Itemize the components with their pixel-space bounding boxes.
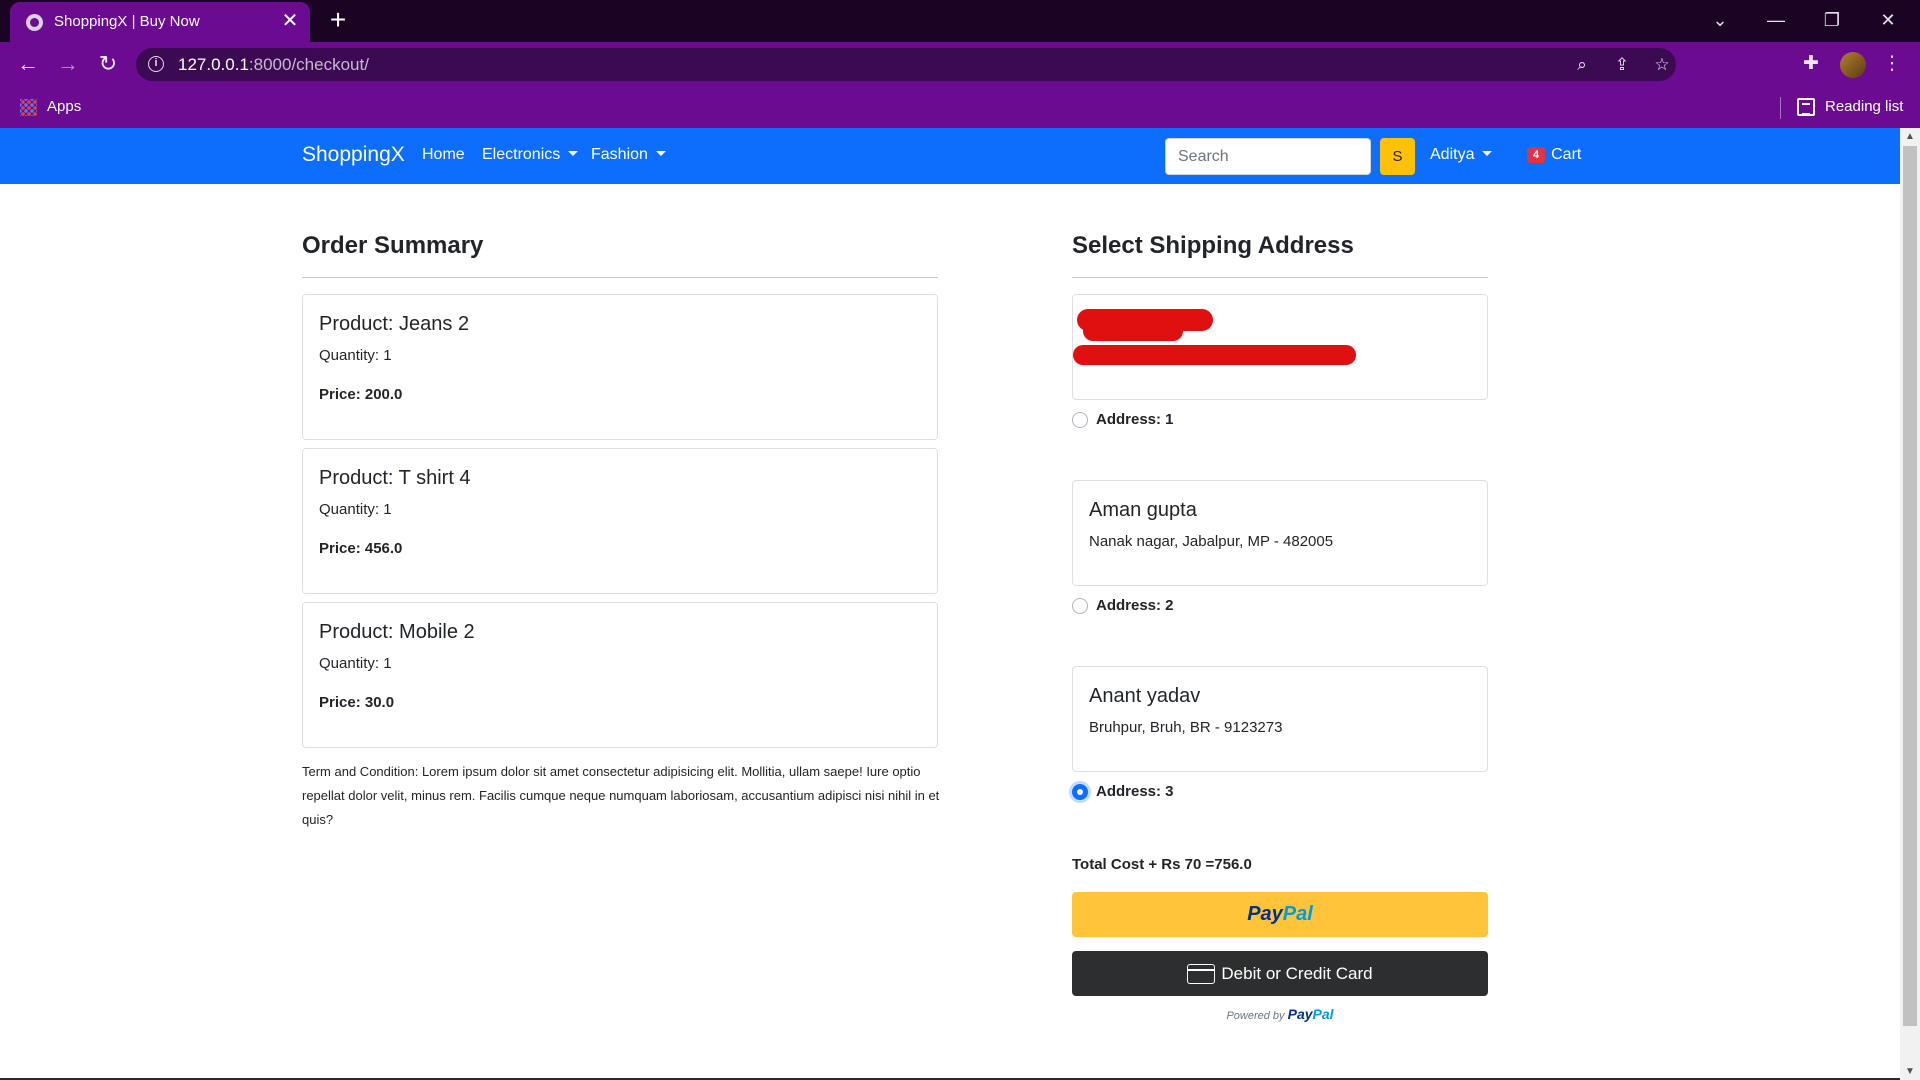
product-name: Product: T shirt 4 (319, 467, 471, 489)
address-radio-3[interactable] (1072, 784, 1088, 800)
user-dropdown[interactable]: Aditya (1430, 146, 1492, 164)
product-price: Price: 30.0 (319, 694, 395, 711)
redaction-mark (1073, 345, 1356, 365)
address-name: Anant yadav (1089, 685, 1201, 707)
product-name: Product: Jeans 2 (319, 313, 470, 335)
order-item-card: Product: Jeans 2 Quantity: 1 Price: 200.… (302, 294, 938, 440)
address-bar[interactable]: i 127.0.0.1:8000/checkout/ ⌕ ⇪ ☆ (136, 48, 1676, 81)
order-summary-heading: Order Summary (302, 232, 484, 259)
scrollbar-thumb[interactable] (1903, 146, 1917, 1026)
reload-icon[interactable]: ↻ (92, 48, 124, 80)
url-text: 127.0.0.1:8000/checkout/ (178, 55, 369, 74)
minimize-button[interactable]: — (1748, 0, 1804, 40)
extensions-icon[interactable]: ✚ (1797, 50, 1825, 78)
tab-title: ShoppingX | Buy Now (54, 13, 200, 30)
product-price: Price: 456.0 (319, 540, 403, 557)
product-quantity: Quantity: 1 (319, 501, 392, 518)
total-cost: Total Cost + Rs 70 =756.0 (1072, 856, 1252, 873)
cart-count-badge: 4 (1527, 147, 1546, 163)
scroll-down-arrow-icon[interactable]: ▼ (1900, 1063, 1920, 1080)
product-quantity: Quantity: 1 (319, 347, 392, 364)
avatar[interactable] (1840, 52, 1866, 78)
divider (1072, 277, 1488, 278)
address-line: Bruhpur, Bruh, BR - 9123273 (1089, 719, 1283, 736)
tab-search-icon[interactable]: ⌄ (1692, 0, 1748, 40)
powered-by-paypal: Powered by PayPal (1226, 1006, 1334, 1022)
forward-arrow-icon[interactable]: → (52, 48, 84, 80)
close-tab-icon[interactable]: ✕ (278, 9, 302, 33)
star-icon[interactable]: ☆ (1650, 53, 1674, 77)
bookmark-separator (1780, 97, 1781, 119)
address-card: Aman gupta Nanak nagar, Jabalpur, MP - 4… (1072, 480, 1488, 586)
address-radio-label-3[interactable]: Address: 3 (1096, 783, 1174, 800)
divider (302, 277, 938, 278)
order-item-card: Product: T shirt 4 Quantity: 1 Price: 45… (302, 448, 938, 594)
bookmarks-bar: Apps Reading list (0, 87, 1920, 128)
address-card: Anant yadav Bruhpur, Bruh, BR - 9123273 (1072, 666, 1488, 772)
address-radio-label-2[interactable]: Address: 2 (1096, 597, 1174, 614)
product-name: Product: Mobile 2 (319, 621, 475, 643)
terms-and-conditions: Term and Condition: Lorem ipsum dolor si… (302, 764, 940, 827)
address-card (1072, 294, 1488, 400)
nav-electronics-dropdown[interactable]: Electronics (482, 146, 578, 164)
tab-strip: ShoppingX | Buy Now ✕ + ⌄ — ❐ ✕ (0, 0, 1920, 42)
address-line: Nanak nagar, Jabalpur, MP - 482005 (1089, 533, 1334, 550)
reading-list-icon[interactable] (1797, 98, 1815, 116)
shipping-address-heading: Select Shipping Address (1072, 232, 1354, 259)
new-tab-button[interactable]: + (324, 6, 352, 34)
menu-icon[interactable]: ⋮ (1878, 50, 1906, 78)
redaction-mark (1083, 321, 1183, 341)
address-radio-label-1[interactable]: Address: 1 (1096, 411, 1174, 428)
vertical-scrollbar[interactable]: ▲ ▼ (1900, 128, 1920, 1080)
nav-fashion-dropdown[interactable]: Fashion (591, 146, 666, 164)
apps-bookmark[interactable]: Apps (47, 98, 81, 115)
close-window-button[interactable]: ✕ (1860, 0, 1916, 40)
info-icon[interactable]: i (148, 56, 164, 72)
page-viewport: ShoppingX Home Electronics Fashion S Adi… (0, 128, 1900, 1080)
reading-list-button[interactable]: Reading list (1825, 98, 1903, 115)
scroll-up-arrow-icon[interactable]: ▲ (1900, 128, 1920, 145)
cart-link[interactable]: 4 Cart (1527, 146, 1581, 164)
back-arrow-icon[interactable]: ← (12, 48, 44, 80)
order-item-card: Product: Mobile 2 Quantity: 1 Price: 30.… (302, 602, 938, 748)
globe-icon (26, 14, 43, 31)
brand-link[interactable]: ShoppingX (302, 143, 405, 167)
product-price: Price: 200.0 (319, 386, 403, 403)
product-quantity: Quantity: 1 (319, 655, 392, 672)
address-radio-2[interactable] (1072, 598, 1088, 614)
search-input[interactable] (1165, 138, 1371, 175)
site-navbar: ShoppingX Home Electronics Fashion S Adi… (0, 128, 1900, 184)
share-icon[interactable]: ⇪ (1610, 53, 1634, 77)
search-button[interactable]: S (1380, 138, 1415, 175)
apps-grid-icon[interactable] (20, 99, 37, 116)
debit-credit-card-button[interactable]: Debit or Credit Card (1072, 951, 1488, 996)
address-name: Aman gupta (1089, 499, 1197, 521)
credit-card-icon (1187, 964, 1216, 984)
address-radio-1[interactable] (1072, 412, 1088, 428)
browser-toolbar: ← → ↻ i 127.0.0.1:8000/checkout/ ⌕ ⇪ ☆ ✚… (0, 42, 1920, 87)
nav-home[interactable]: Home (422, 146, 465, 164)
restore-button[interactable]: ❐ (1804, 0, 1860, 40)
paypal-button[interactable]: PayPal (1072, 892, 1488, 937)
browser-tab[interactable]: ShoppingX | Buy Now ✕ (10, 2, 310, 42)
zoom-icon[interactable]: ⌕ (1570, 53, 1594, 77)
